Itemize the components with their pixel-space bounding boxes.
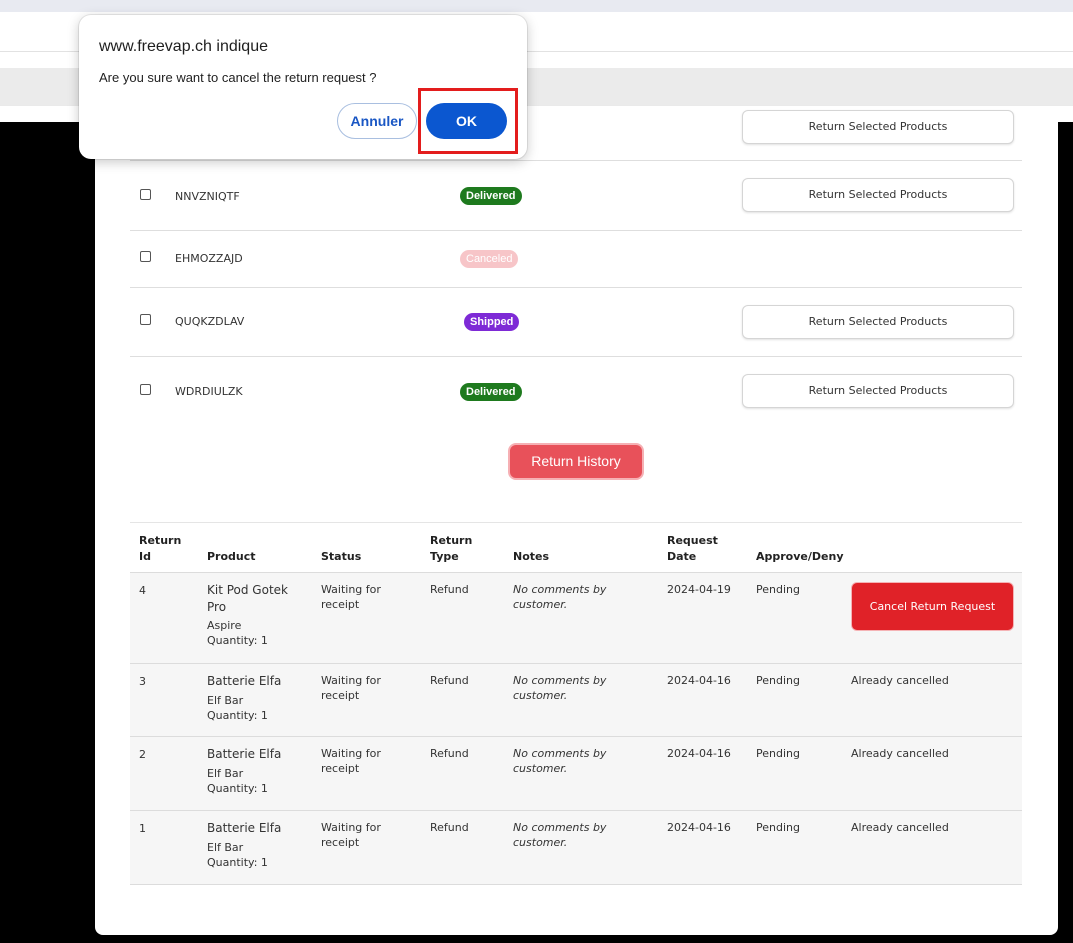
return-type: Refund bbox=[430, 583, 469, 596]
product-name: Kit Pod Gotek bbox=[207, 583, 288, 597]
request-date: 2024-04-16 bbox=[667, 674, 731, 687]
product-cell: Kit Pod Gotek Pro Aspire Quantity: 1 bbox=[207, 582, 288, 648]
product-cell: Batterie Elfa Elf Bar Quantity: 1 bbox=[207, 746, 281, 796]
browser-tab-strip bbox=[0, 0, 1073, 12]
product-quantity: Quantity: 1 bbox=[207, 709, 268, 722]
returns-table-header: Return Id Product Status Return Type Not… bbox=[130, 522, 1022, 573]
order-row: QUQKZDLAV Shipped Return Selected Produc… bbox=[130, 288, 1022, 357]
product-name-line2: Pro bbox=[207, 600, 227, 614]
return-history-button[interactable]: Return History bbox=[508, 443, 644, 480]
approval-status: Pending bbox=[756, 674, 800, 687]
return-selected-products-button[interactable]: Return Selected Products bbox=[742, 374, 1014, 408]
product-name: Batterie Elfa bbox=[207, 747, 282, 761]
dialog-cancel-button[interactable]: Annuler bbox=[337, 103, 417, 139]
status-badge: Delivered bbox=[460, 187, 522, 205]
product-quantity: Quantity: 1 bbox=[207, 856, 268, 869]
header-status: Status bbox=[321, 550, 362, 563]
return-selected-products-button[interactable]: Return Selected Products bbox=[742, 110, 1014, 144]
order-row: WDRDIULZK Delivered Return Selected Prod… bbox=[130, 357, 1022, 427]
return-type: Refund bbox=[430, 674, 469, 687]
product-cell: Batterie Elfa Elf Bar Quantity: 1 bbox=[207, 673, 281, 723]
status-badge: Canceled bbox=[460, 250, 519, 268]
table-row: 4 Kit Pod Gotek Pro Aspire Quantity: 1 W… bbox=[130, 573, 1022, 664]
status-badge: Shipped bbox=[464, 313, 520, 331]
return-status: Waiting for receipt bbox=[321, 747, 381, 775]
order-row: EHMOZZAJD Canceled bbox=[130, 231, 1022, 288]
product-brand: Elf Bar bbox=[207, 694, 244, 707]
approval-status: Pending bbox=[756, 821, 800, 834]
product-brand: Elf Bar bbox=[207, 841, 244, 854]
return-notes: No comments by customer. bbox=[513, 821, 607, 849]
return-notes: No comments by customer. bbox=[513, 583, 607, 611]
status-badge: Delivered bbox=[460, 383, 522, 401]
return-id: 2 bbox=[139, 748, 146, 761]
return-id: 4 bbox=[139, 584, 146, 597]
cancel-return-request-button[interactable]: Cancel Return Request bbox=[851, 582, 1014, 631]
product-quantity: Quantity: 1 bbox=[207, 782, 268, 795]
request-date: 2024-04-19 bbox=[667, 583, 731, 596]
order-checkbox[interactable] bbox=[140, 314, 151, 325]
return-notes: No comments by customer. bbox=[513, 674, 607, 702]
return-type: Refund bbox=[430, 821, 469, 834]
request-date: 2024-04-16 bbox=[667, 821, 731, 834]
table-row: 2 Batterie Elfa Elf Bar Quantity: 1 Wait… bbox=[130, 737, 1022, 811]
return-status: Waiting for receipt bbox=[321, 674, 381, 702]
request-date: 2024-04-16 bbox=[667, 747, 731, 760]
highlight-box bbox=[418, 88, 518, 154]
already-cancelled-text: Already cancelled bbox=[851, 747, 949, 760]
return-id: 1 bbox=[139, 822, 146, 835]
order-checkbox[interactable] bbox=[140, 189, 151, 200]
return-selected-products-button[interactable]: Return Selected Products bbox=[742, 178, 1014, 212]
return-id: 3 bbox=[139, 675, 146, 688]
dialog-message: Are you sure want to cancel the return r… bbox=[99, 70, 377, 85]
product-brand: Aspire bbox=[207, 619, 242, 632]
product-quantity: Quantity: 1 bbox=[207, 634, 268, 647]
return-status: Waiting for receipt bbox=[321, 821, 381, 849]
header-notes: Notes bbox=[513, 550, 550, 563]
already-cancelled-text: Already cancelled bbox=[851, 821, 949, 834]
return-notes: No comments by customer. bbox=[513, 747, 607, 775]
approval-status: Pending bbox=[756, 747, 800, 760]
order-checkbox[interactable] bbox=[140, 251, 151, 262]
order-id: NNVZNIQTF bbox=[175, 190, 240, 203]
return-status: Waiting for receipt bbox=[321, 583, 381, 611]
order-id: EHMOZZAJD bbox=[175, 252, 243, 265]
product-brand: Elf Bar bbox=[207, 767, 244, 780]
return-type: Refund bbox=[430, 747, 469, 760]
header-return-id: Return Id bbox=[139, 534, 182, 563]
header-product: Product bbox=[207, 550, 256, 563]
order-row: NNVZNIQTF Delivered Return Selected Prod… bbox=[130, 161, 1022, 231]
header-approve-deny: Approve/Deny bbox=[756, 550, 844, 563]
order-id: QUQKZDLAV bbox=[175, 315, 245, 328]
header-request-date: Request Date bbox=[667, 534, 718, 563]
product-name: Batterie Elfa bbox=[207, 674, 282, 688]
dialog-title: www.freevap.ch indique bbox=[99, 38, 268, 55]
header-return-type: Return Type bbox=[430, 534, 473, 563]
product-name: Batterie Elfa bbox=[207, 821, 282, 835]
table-row: 1 Batterie Elfa Elf Bar Quantity: 1 Wait… bbox=[130, 811, 1022, 885]
return-selected-products-button[interactable]: Return Selected Products bbox=[742, 305, 1014, 339]
order-checkbox[interactable] bbox=[140, 384, 151, 395]
already-cancelled-text: Already cancelled bbox=[851, 674, 949, 687]
order-id: WDRDIULZK bbox=[175, 385, 243, 398]
table-row: 3 Batterie Elfa Elf Bar Quantity: 1 Wait… bbox=[130, 664, 1022, 737]
cancel-return-request-label: Cancel Return Request bbox=[869, 600, 996, 613]
approval-status: Pending bbox=[756, 583, 800, 596]
product-cell: Batterie Elfa Elf Bar Quantity: 1 bbox=[207, 820, 281, 870]
